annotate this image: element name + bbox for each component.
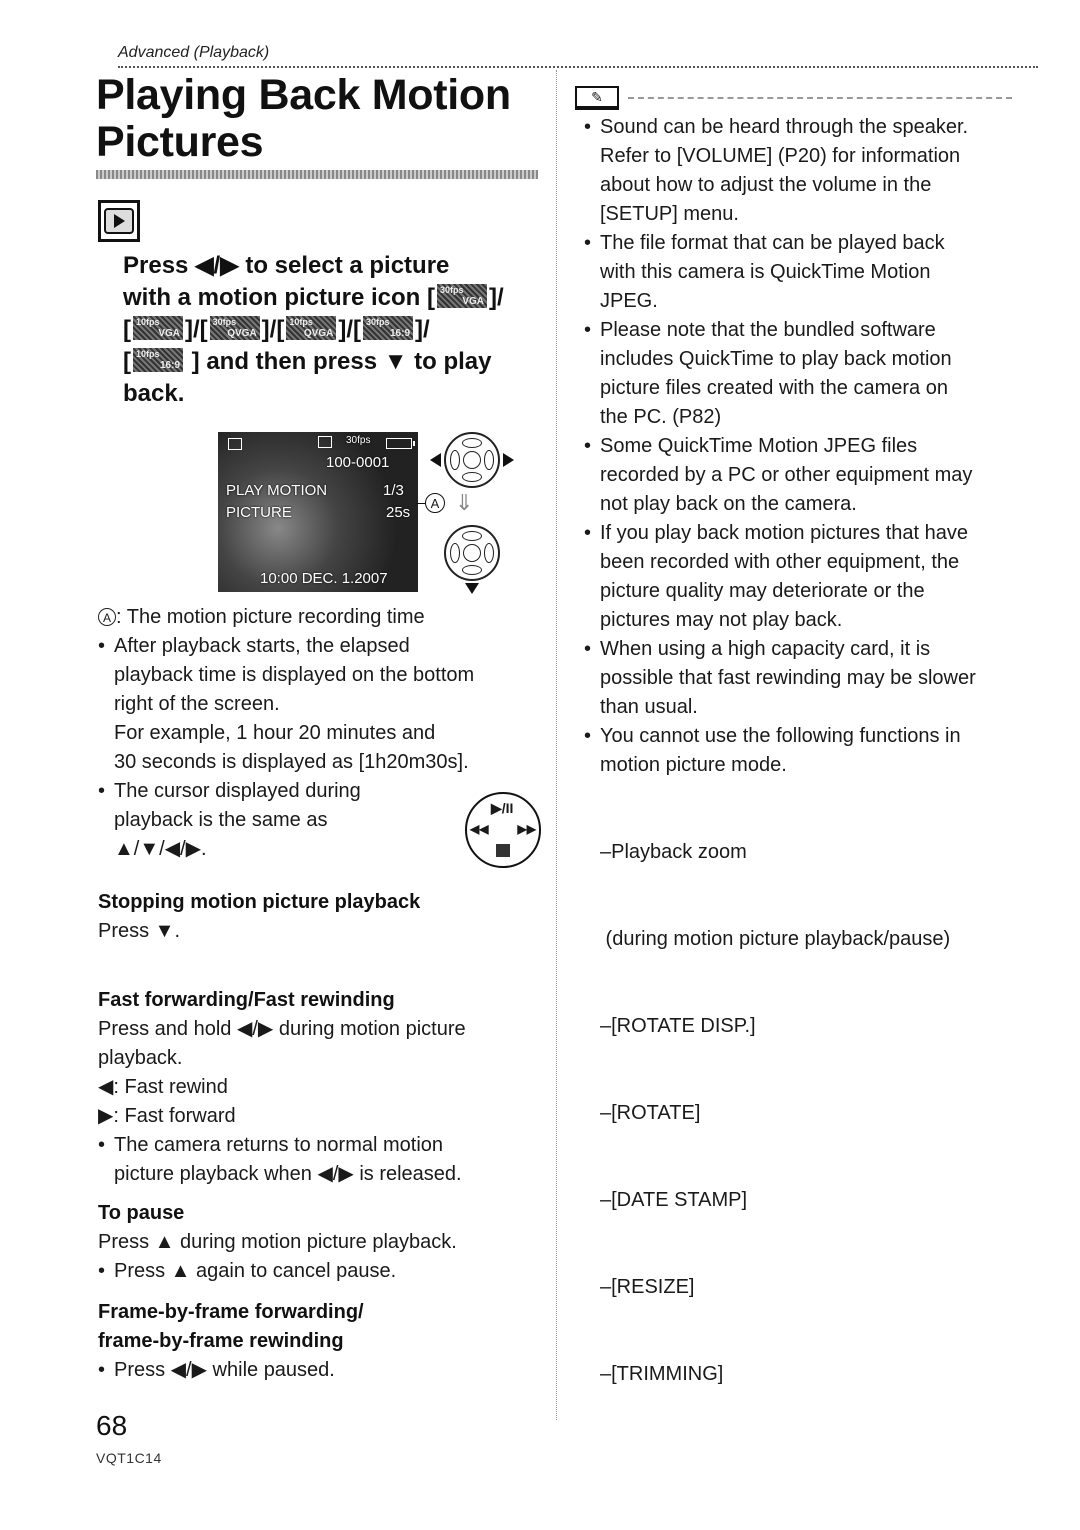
rewind-icon: ◀◀: [470, 822, 489, 836]
playback-cursor-icon: ▶/II ◀◀ ▶▶: [465, 792, 541, 868]
motion-picture-icon-10fps-16-9: 10fps 16:9: [133, 348, 183, 372]
frame-counter: 1/3: [383, 482, 404, 499]
down-arrow-icon: ▼: [383, 348, 408, 375]
notes-list: Sound can be heard through the speaker.R…: [584, 113, 1024, 1447]
playback-mode-icon: [98, 200, 140, 242]
column-divider: [556, 70, 557, 1420]
note-item: You cannot use the following functions i…: [584, 722, 1024, 780]
stop-heading: Stopping motion picture playback: [98, 891, 421, 913]
dpad-icon-down: [444, 525, 500, 581]
motion-picture-icon-10fps-qvga: 10fps QVGA: [286, 316, 337, 340]
model-code: VQT1C14: [96, 1450, 162, 1466]
note-item: Please note that the bundled softwareinc…: [584, 316, 1024, 432]
down-flow-arrow-icon: ⇓: [455, 490, 474, 515]
fast-heading: Fast forwarding/Fast rewinding: [98, 989, 395, 1011]
note-icon: ✎: [575, 86, 619, 110]
lcd-mode-line1: PLAY MOTION: [226, 482, 328, 499]
function-item: –[TRIMMING]: [600, 1363, 724, 1385]
page-number: 68: [96, 1410, 128, 1441]
note-dashed-rule: [628, 97, 1012, 99]
function-item: –[DATE STAMP]: [600, 1189, 748, 1211]
page-title-line2: Pictures: [96, 118, 264, 166]
frame-heading-line1: Frame-by-frame forwarding/: [98, 1301, 364, 1323]
play-pause-icon: ▶/II: [491, 800, 514, 816]
down-arrow-icon: [465, 583, 479, 594]
lcd-mode-line2: PICTURE: [226, 504, 292, 521]
function-item: –[RESIZE]: [600, 1276, 695, 1298]
play-triangle-icon: [113, 214, 125, 228]
motion-picture-icon-30fps-16-9: 30fps 16:9: [363, 316, 414, 340]
function-item: –Playback zoom: [600, 841, 747, 863]
file-number: 100-0001: [326, 454, 390, 471]
page-title-line1: Playing Back Motion: [96, 71, 511, 119]
dpad-icon: [444, 432, 500, 488]
frame-section: Frame-by-frame forwarding/ frame-by-fram…: [98, 1298, 548, 1385]
title-underline: [96, 170, 538, 179]
unavailable-functions-list: –Playback zoom (during motion picture pl…: [584, 780, 1024, 1447]
pause-section: To pause Press ▲ during motion picture p…: [98, 1199, 548, 1286]
note-item: If you play back motion pictures that ha…: [584, 519, 1024, 635]
note-item: The file format that can be played backw…: [584, 229, 1024, 316]
lcd-datetime: 10:00 DEC. 1.2007: [260, 570, 388, 587]
frame-heading-line2: frame-by-frame rewinding: [98, 1330, 344, 1352]
elapsed-time-note: After playback starts, the elapsed playb…: [98, 632, 548, 777]
fast-section: Fast forwarding/Fast rewinding Press and…: [98, 986, 548, 1189]
function-item: (during motion picture playback/pause): [600, 928, 951, 950]
motion-picture-icon-30fps-qvga: 30fps QVGA: [209, 316, 260, 340]
battery-icon: [386, 438, 415, 449]
stop-section: Stopping motion picture playback Press ▼…: [98, 888, 548, 946]
function-item: –[ROTATE DISP.]: [600, 1015, 756, 1037]
page-title: Playing Back Motion Pictures: [96, 72, 511, 166]
breadcrumb: Advanced (Playback): [118, 44, 270, 61]
recording-time: 25s: [386, 504, 411, 521]
function-item: –[ROTATE]: [600, 1102, 701, 1124]
lcd-screen-illustration: 30fps 100-0001 PLAY MOTION 1/3 PICTURE 2…: [218, 432, 418, 592]
left-right-arrows-icon: ◀/▶: [195, 252, 239, 279]
fast-release-note: The camera returns to normal motion pict…: [98, 1131, 548, 1189]
callout-a-marker: A: [425, 493, 445, 513]
note-item: Sound can be heard through the speaker.R…: [584, 113, 1024, 229]
header-rule: [118, 66, 1038, 68]
fast-forward-item: ▶: Fast forward: [98, 1105, 236, 1127]
motion-format-indicator: 30fps: [346, 435, 371, 446]
note-item: When using a high capacity card, it ispo…: [584, 635, 1024, 722]
pause-heading: To pause: [98, 1202, 185, 1224]
protect-indicator-icon: [318, 436, 332, 448]
play-mode-indicator-icon: [228, 438, 242, 450]
callout-a-label: A: [98, 608, 116, 626]
stop-icon: [496, 844, 510, 857]
step-instruction: Press ◀/▶ to select a picture with a mot…: [123, 252, 504, 407]
right-arrow-icon: [503, 453, 514, 467]
motion-picture-icon-30fps-vga: 30fps VGA: [437, 284, 487, 308]
fast-forward-icon: ▶▶: [517, 822, 536, 836]
fast-rewind-item: ◀: Fast rewind: [98, 1076, 228, 1098]
motion-picture-icon-10fps-vga: 10fps VGA: [133, 316, 183, 340]
note-item: Some QuickTime Motion JPEG filesrecorded…: [584, 432, 1024, 519]
left-arrow-icon: [430, 453, 441, 467]
